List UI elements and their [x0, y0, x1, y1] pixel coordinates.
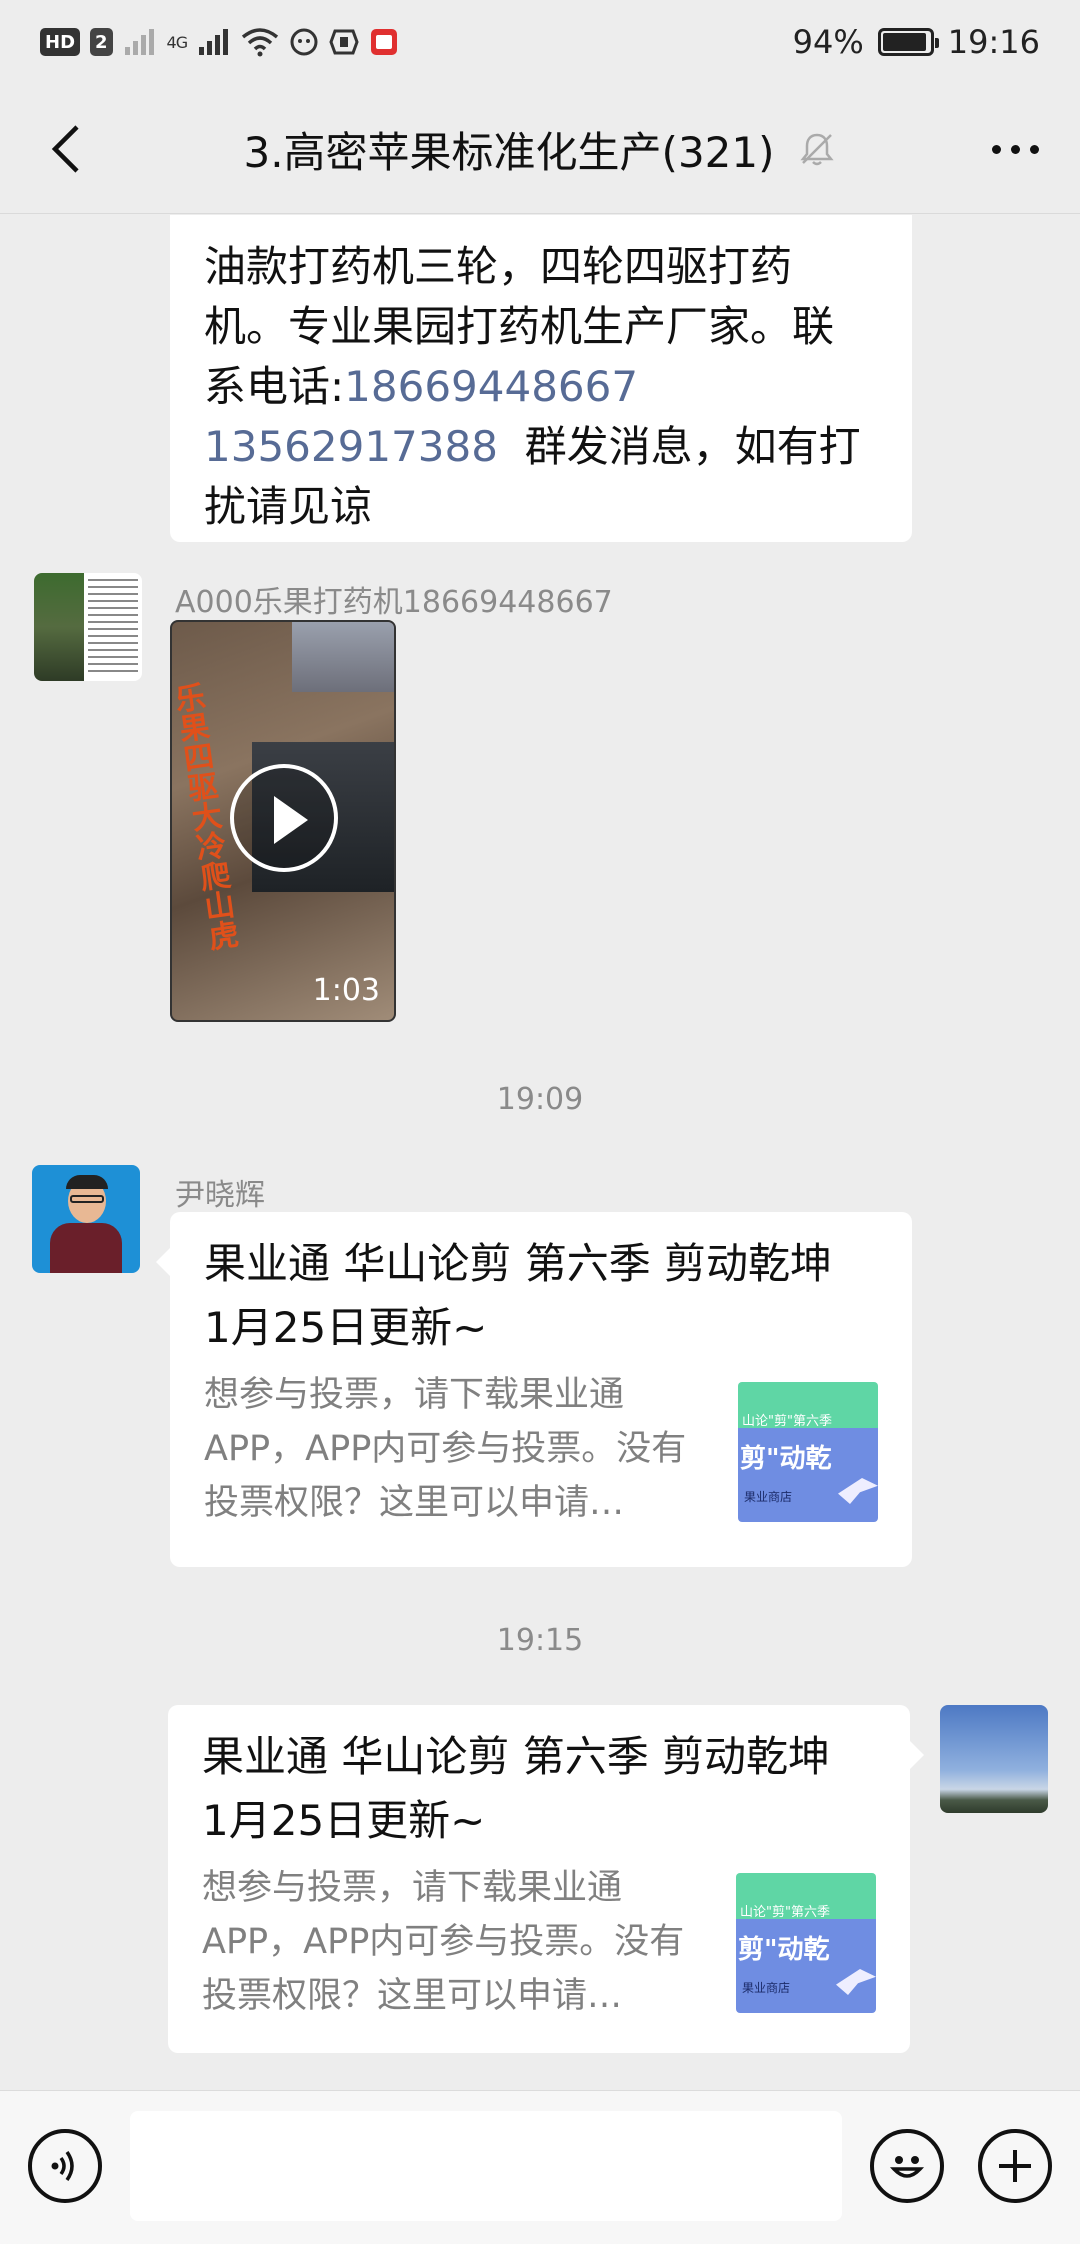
sender-name: A000乐果打药机18669448667 — [175, 585, 613, 620]
signal-off-icon — [124, 29, 154, 55]
video-message[interactable]: 乐果四驱大冷爬山虎 1:03 — [170, 620, 396, 1022]
thumb-caption: 山论"剪"第六季 — [742, 1414, 832, 1429]
more-functions-button[interactable] — [978, 2129, 1052, 2203]
notification-bubble-icon — [290, 28, 318, 56]
more-dot-icon — [991, 144, 1001, 154]
app-notification-icon — [371, 29, 398, 55]
sim-2-icon: 2 — [90, 28, 113, 56]
message-line: 机。专业果园打药机生产厂家。联 — [204, 302, 835, 351]
video-caption: 乐果四驱大冷爬山虎 — [170, 680, 240, 953]
avatar-body — [50, 1223, 122, 1273]
network-type-label: 4G — [166, 32, 189, 52]
link-description: 想参与投票，请下载果业通APP，APP内可参与投票。没有投票权限？这里可以申请… — [202, 1868, 685, 2016]
emoji-icon — [889, 2156, 925, 2178]
hd-icon: HD — [40, 28, 81, 56]
link-thumbnail: 山论"剪"第六季 剪"动乾 果业商店 — [736, 1873, 876, 2013]
link-thumbnail: 山论"剪"第六季 剪"动乾 果业商店 — [738, 1382, 878, 1522]
sender-name: 尹晓辉 — [175, 1178, 265, 1213]
thumb-caption: 山论"剪"第六季 — [740, 1905, 830, 1920]
message-text: 系电话: — [204, 362, 345, 411]
signal-strength-icon — [199, 29, 229, 55]
timestamp: 19:09 — [496, 1082, 584, 1117]
link-card[interactable]: 果业通 华山论剪 第六季 剪动乾坤 1月25日更新~ 想参与投票，请下载果业通A… — [156, 1212, 912, 1567]
battery-icon — [877, 28, 939, 56]
battery-percent: 94% — [792, 23, 864, 61]
message-line: 油款打药机三轮，四轮四驱打药 — [204, 242, 793, 291]
video-duration: 1:03 — [312, 973, 380, 1008]
timestamp: 19:15 — [496, 1623, 584, 1658]
avatar[interactable] — [32, 1165, 140, 1273]
clock: 19:16 — [947, 23, 1040, 61]
thumb-footer: 果业商店 — [742, 1981, 791, 1995]
chat-area[interactable]: 油款打药机三轮，四轮四驱打药 机。专业果园打药机生产厂家。联 系电话:18669… — [0, 215, 1080, 2090]
status-icons-left: HD 2 4G — [40, 27, 399, 57]
voice-button[interactable] — [28, 2129, 102, 2203]
avatar-glasses — [70, 1195, 104, 1203]
link-description: 想参与投票，请下载果业通APP，APP内可参与投票。没有投票权限？这里可以申请… — [204, 1375, 687, 1523]
battery-fill — [882, 33, 926, 51]
link-title: 果业通 华山论剪 第六季 剪动乾坤 1月25日更新~ — [202, 1732, 831, 1845]
avatar-image — [88, 579, 138, 675]
voice-icon — [51, 2150, 74, 2182]
thumb-headline: 剪"动乾 — [738, 1935, 830, 1965]
video-scene — [292, 622, 394, 692]
thumb-headline: 剪"动乾 — [740, 1444, 832, 1474]
avatar[interactable] — [940, 1705, 1048, 1813]
plus-icon — [999, 2150, 1031, 2182]
status-icons-right: 94% 19:16 — [793, 23, 1040, 61]
page-title: 3.高密苹果标准化生产(321) — [243, 127, 775, 177]
message-line: 系电话:18669448667 — [204, 357, 882, 417]
avatar-hair — [66, 1175, 108, 1189]
message-line: 13562917388 群发消息，如有打 — [204, 417, 882, 477]
message-line: 扰请见谅 — [204, 482, 373, 531]
input-bar — [0, 2090, 1080, 2244]
message-bubble-text[interactable]: 油款打药机三轮，四轮四驱打药 机。专业果园打药机生产厂家。联 系电话:18669… — [170, 215, 912, 542]
avatar-image — [34, 573, 84, 681]
emoji-button[interactable] — [870, 2129, 944, 2203]
message-input[interactable] — [130, 2111, 842, 2221]
wifi-icon — [242, 28, 279, 57]
phone-link[interactable]: 18669448667 — [344, 362, 638, 411]
message-text: 群发消息，如有打 — [497, 422, 861, 471]
chat-header: 3.高密苹果标准化生产(321) — [0, 84, 1080, 214]
play-icon[interactable] — [230, 764, 338, 872]
link-card[interactable]: 果业通 华山论剪 第六季 剪动乾坤 1月25日更新~ 想参与投票，请下载果业通A… — [168, 1705, 924, 2053]
link-title: 果业通 华山论剪 第六季 剪动乾坤 1月25日更新~ — [204, 1239, 833, 1352]
thumb-footer: 果业商店 — [744, 1490, 793, 1504]
status-bar: HD 2 4G 94% 19:16 — [0, 0, 1080, 84]
header-title-wrap: 3.高密苹果标准化生产(321) — [0, 84, 1080, 214]
more-dot-icon — [1010, 144, 1020, 154]
phone-link[interactable]: 13562917388 — [204, 422, 498, 471]
hand-icon — [329, 29, 359, 55]
more-options-button[interactable] — [980, 119, 1050, 179]
mute-bell-icon — [799, 133, 834, 166]
more-dot-icon — [1029, 144, 1039, 154]
avatar[interactable] — [34, 573, 142, 681]
